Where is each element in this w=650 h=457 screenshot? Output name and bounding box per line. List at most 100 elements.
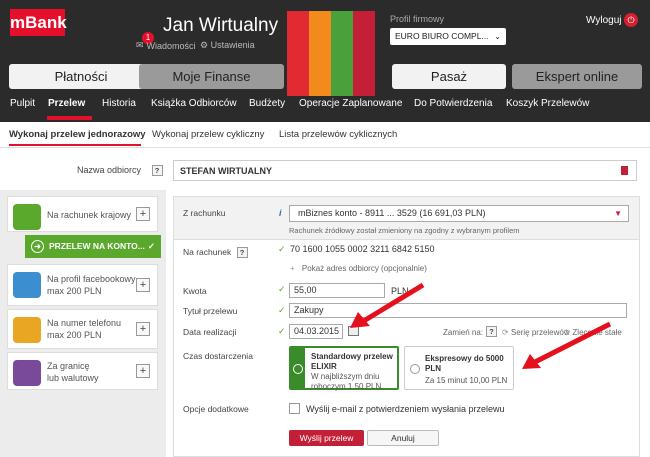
- plus-icon[interactable]: +: [136, 207, 150, 221]
- mbank-logo[interactable]: mBank: [10, 9, 67, 36]
- subnav-budzety[interactable]: Budżety: [249, 98, 285, 109]
- sidebar-item-sublabel: lub walutowy: [47, 373, 99, 383]
- sidebar-item-sublabel: max 200 PLN: [47, 330, 102, 340]
- recipient-value: STEFAN WIRTUALNY: [180, 166, 272, 176]
- account-number: 70 1600 1055 0002 3211 6842 5150: [290, 244, 435, 254]
- subnav-przelew[interactable]: Przelew: [48, 98, 85, 109]
- from-account-select[interactable]: mBiznes konto - 8911 ... 3529 (16 691,03…: [289, 205, 629, 222]
- gear-icon: ⚙: [200, 40, 209, 50]
- address-book-icon[interactable]: [621, 166, 628, 175]
- option-standard[interactable]: Standardowy przelew ELIXIR W najbliższym…: [289, 346, 399, 391]
- date-input[interactable]: 04.03.2015: [289, 324, 343, 339]
- series-link[interactable]: ⟳ Serię przelewów: [502, 328, 570, 337]
- tabs-divider: [0, 147, 650, 148]
- recipient-label: Nazwa odbiorcy ?: [77, 165, 163, 177]
- transfer-to-account-button[interactable]: ➜ PRZELEW NA KONTO... ✓: [25, 235, 161, 258]
- arrow-right-icon: ➜: [31, 240, 44, 253]
- profile-select[interactable]: EURO BIURO COMPL... ⌄: [390, 28, 506, 45]
- tab-recurring[interactable]: Wykonaj przelew cykliczny: [152, 129, 264, 140]
- tab-recurring-list[interactable]: Lista przelewów cyklicznych: [279, 129, 397, 140]
- title-label: Tytuł przelewu: [183, 306, 238, 316]
- sidebar-item-foreign[interactable]: Za granicę lub walutowy +: [7, 352, 158, 390]
- subnav-historia[interactable]: Historia: [102, 98, 136, 109]
- plus-icon[interactable]: +: [136, 322, 150, 336]
- subnav-active-underline: [47, 116, 92, 120]
- sidebar-item-label: Na profil facebookowy: [47, 274, 136, 284]
- globe-transfer-icon: [13, 360, 41, 386]
- plus-icon: +: [290, 264, 295, 273]
- radio-unselected[interactable]: [410, 364, 420, 374]
- delivery-label: Czas dostarczenia: [183, 351, 253, 361]
- amount-input[interactable]: 55,00: [289, 283, 385, 298]
- permanent-order-label: Zlecenie stałe: [572, 328, 622, 337]
- from-label: Z rachunku: [183, 208, 226, 218]
- radio-selected[interactable]: [293, 364, 303, 374]
- cancel-button[interactable]: Anuluj: [367, 430, 439, 446]
- sidebar-item-label: Na rachunek krajowy: [47, 210, 132, 220]
- profile-value: EURO BIURO COMPL...: [395, 31, 489, 41]
- chevron-down-icon: ⌄: [494, 32, 501, 41]
- help-icon[interactable]: ?: [486, 326, 497, 337]
- plus-icon[interactable]: +: [136, 278, 150, 292]
- facebook-transfer-icon: [13, 272, 41, 298]
- power-icon[interactable]: ⏻: [624, 13, 638, 27]
- help-icon[interactable]: ?: [236, 247, 248, 259]
- series-label: Serię przelewów: [510, 328, 570, 337]
- sidebar-item-phone[interactable]: Na numer telefonu max 200 PLN +: [7, 309, 158, 349]
- logout-link[interactable]: Wyloguj: [586, 15, 621, 26]
- option-express-title: Ekspresowy do 5000 PLN: [425, 354, 504, 373]
- transfer-button-label: PRZELEW NA KONTO...: [49, 241, 145, 251]
- brand-stripes: [287, 11, 375, 96]
- nav-pasaz[interactable]: Pasaż: [392, 64, 506, 89]
- check-icon: ✓: [278, 284, 286, 294]
- chevron-down-icon: ▼: [614, 209, 622, 218]
- nav-expert-online[interactable]: Ekspert online: [512, 64, 642, 89]
- transfer-domestic-icon: [13, 204, 41, 230]
- permanent-order-link[interactable]: ⚙ Zlecenie stałe: [563, 328, 622, 337]
- extra-options-label: Opcje dodatkowe: [183, 404, 249, 414]
- envelope-icon: ✉: [136, 40, 144, 50]
- subnav-pulpit[interactable]: Pulpit: [10, 98, 35, 109]
- check-icon: ✓: [278, 305, 286, 315]
- calendar-icon[interactable]: [348, 326, 359, 336]
- amount-currency: PLN: [391, 286, 409, 296]
- nav-payments[interactable]: Płatności: [9, 64, 153, 89]
- phone-transfer-icon: [13, 317, 41, 343]
- option-standard-desc: W najbliższym dniu roboczym 1,50 PLN: [311, 372, 382, 391]
- settings-label: Ustawienia: [210, 40, 255, 50]
- email-option-label: Wyślij e-mail z potwierdzeniem wysłania …: [306, 404, 505, 414]
- profile-label: Profil firmowy: [390, 14, 445, 24]
- send-transfer-button[interactable]: Wyślij przelew: [289, 430, 364, 446]
- sidebar-item-label: Za granicę: [47, 361, 90, 371]
- active-tab-underline: [9, 144, 141, 146]
- help-icon[interactable]: ?: [151, 165, 163, 177]
- option-express[interactable]: Ekspresowy do 5000 PLN Za 15 minut 10,00…: [404, 346, 514, 390]
- nav-my-finances[interactable]: Moje Finanse: [139, 64, 284, 89]
- gear-icon: ⚙: [563, 328, 571, 337]
- subnav-koszyk[interactable]: Koszyk Przelewów: [506, 98, 589, 109]
- from-account-note: Rachunek źródłowy został zmieniony na zg…: [289, 226, 520, 235]
- email-checkbox[interactable]: [289, 403, 300, 414]
- messages-link[interactable]: ✉ Wiadomości: [136, 40, 196, 51]
- tab-one-time[interactable]: Wykonaj przelew jednorazowy: [9, 129, 146, 140]
- settings-link[interactable]: ⚙ Ustawienia: [200, 40, 255, 51]
- sidebar-item-sublabel: max 200 PLN: [47, 286, 102, 296]
- sidebar-item-facebook[interactable]: Na profil facebookowy max 200 PLN +: [7, 264, 158, 306]
- plus-icon[interactable]: +: [136, 364, 150, 378]
- messages-label: Wiadomości: [146, 40, 196, 51]
- subnav-ksiazka[interactable]: Książka Odbiorców: [151, 98, 237, 109]
- change-to-label: Zamień na:: [443, 328, 484, 337]
- info-icon[interactable]: i: [279, 208, 282, 218]
- option-express-desc: Za 15 minut 10,00 PLN: [425, 376, 508, 385]
- recipient-field[interactable]: STEFAN WIRTUALNY: [173, 160, 637, 181]
- show-address-link[interactable]: + Pokaż adres odbiorcy (opcjonalnie): [290, 264, 427, 273]
- subnav-operacje[interactable]: Operacje Zaplanowane: [299, 98, 402, 109]
- amount-label: Kwota: [183, 286, 207, 296]
- subnav-do-potwierdzenia[interactable]: Do Potwierdzenia: [414, 98, 492, 109]
- sidebar-item-label: Na numer telefonu: [47, 318, 122, 328]
- date-label: Data realizacji: [183, 327, 237, 337]
- repeat-icon: ⟳: [502, 328, 509, 337]
- option-standard-title: Standardowy przelew ELIXIR: [311, 352, 393, 371]
- title-input[interactable]: Zakupy: [289, 303, 627, 318]
- sidebar-item-domestic[interactable]: Na rachunek krajowy +: [7, 196, 158, 232]
